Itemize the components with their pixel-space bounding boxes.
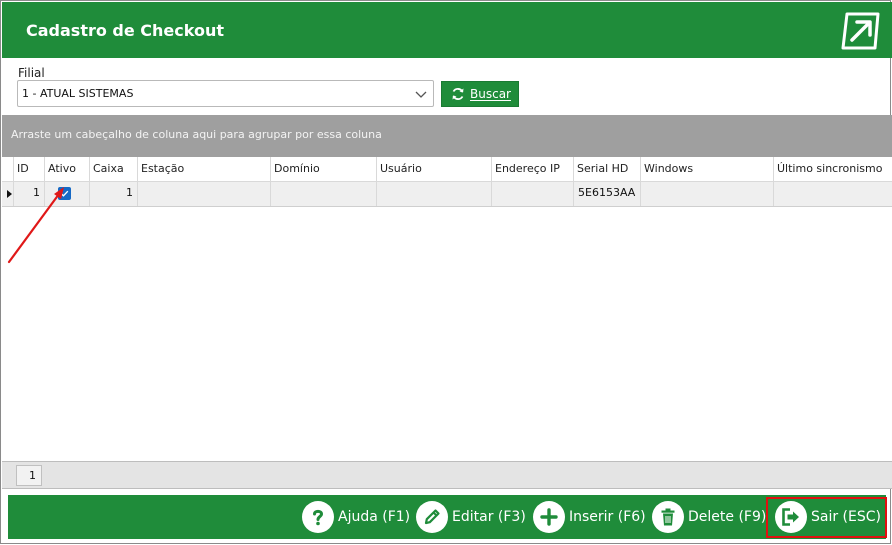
column-header-ativo[interactable]: Ativo [44, 157, 89, 181]
checkout-grid: ID Ativo Caixa Estação Domínio Usuário E… [2, 157, 892, 461]
edit-button[interactable]: Editar (F3) [416, 501, 526, 533]
trash-icon [652, 501, 684, 533]
column-header-serial-hd[interactable]: Serial HD [573, 157, 640, 181]
column-header-endereco-ip[interactable]: Endereço IP [491, 157, 573, 181]
title-bar: Cadastro de Checkout [2, 2, 892, 58]
filial-label: Filial [18, 66, 45, 80]
column-header-dominio[interactable]: Domínio [270, 157, 376, 181]
refresh-icon [452, 88, 464, 100]
cell-estacao[interactable] [137, 182, 270, 206]
annotation-arrow-icon [7, 187, 64, 264]
group-by-hint: Arraste um cabeçalho de coluna aqui para… [11, 128, 382, 141]
delete-button-label: Delete (F9) [688, 509, 767, 525]
column-header-id[interactable]: ID [13, 157, 44, 181]
cell-caixa[interactable]: 1 [89, 182, 137, 206]
column-header-ultimo-sincronismo[interactable]: Último sincronismo [773, 157, 892, 181]
filial-select[interactable]: 1 - ATUAL SISTEMAS [17, 80, 434, 107]
help-icon [302, 501, 334, 533]
cell-dominio[interactable] [270, 182, 376, 206]
window: Cadastro de Checkout Filial 1 - ATUAL SI… [0, 0, 892, 544]
cell-endereco-ip[interactable] [491, 182, 573, 206]
column-header-usuario[interactable]: Usuário [376, 157, 491, 181]
action-toolbar: Ajuda (F1) Editar (F3) Inserir (F6) Dele… [8, 495, 886, 539]
insert-button-label: Inserir (F6) [569, 509, 646, 525]
grid-footer: 1 [2, 461, 892, 489]
insert-button[interactable]: Inserir (F6) [533, 501, 646, 533]
help-button-label: Ajuda (F1) [338, 509, 411, 525]
group-by-panel[interactable]: Arraste um cabeçalho de coluna aqui para… [2, 115, 892, 157]
exit-button-highlight [766, 497, 887, 538]
edit-button-label: Editar (F3) [452, 509, 526, 525]
column-header-caixa[interactable]: Caixa [89, 157, 137, 181]
help-button[interactable]: Ajuda (F1) [302, 501, 410, 533]
cell-ultimo-sincronismo[interactable] [773, 182, 892, 206]
window-title: Cadastro de Checkout [26, 21, 224, 40]
grid-header: ID Ativo Caixa Estação Domínio Usuário E… [2, 157, 892, 182]
chevron-down-icon [415, 91, 427, 98]
column-header-estacao[interactable]: Estação [137, 157, 270, 181]
search-button-label: Buscar [470, 87, 511, 101]
plus-icon [533, 501, 565, 533]
column-header-windows[interactable]: Windows [640, 157, 773, 181]
filial-selected-value: 1 - ATUAL SISTEMAS [22, 87, 134, 100]
search-button[interactable]: Buscar [441, 81, 519, 107]
pencil-icon [416, 501, 448, 533]
cell-serial-hd[interactable]: 5E6153AA [573, 182, 640, 206]
cell-usuario[interactable] [376, 182, 491, 206]
cell-windows[interactable] [640, 182, 773, 206]
delete-button[interactable]: Delete (F9) [652, 501, 767, 533]
table-row[interactable]: 1 1 5E6153AA [2, 182, 892, 207]
arrow-up-right-icon [841, 12, 880, 50]
record-count: 1 [16, 465, 42, 486]
